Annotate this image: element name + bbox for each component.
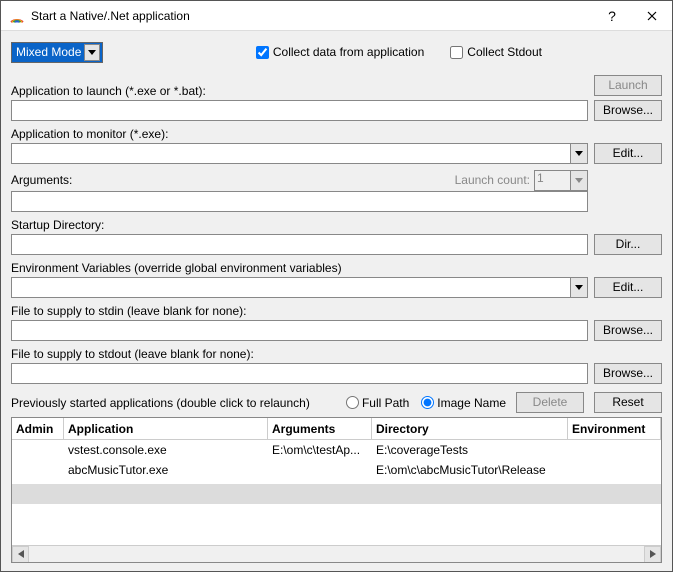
stdout-label: File to supply to stdout (leave blank fo… bbox=[11, 347, 588, 361]
reset-button[interactable]: Reset bbox=[594, 392, 662, 413]
collect-stdout-input[interactable] bbox=[450, 46, 463, 59]
dropdown-arrow-icon bbox=[84, 44, 100, 61]
table-row[interactable]: abcMusicTutor.exe E:\om\c\abcMusicTutor\… bbox=[12, 460, 661, 480]
table-header: Admin Application Arguments Directory En… bbox=[12, 418, 661, 440]
edit-monitor-button[interactable]: Edit... bbox=[594, 143, 662, 164]
app-monitor-label: Application to monitor (*.exe): bbox=[11, 127, 588, 141]
startup-dir-input[interactable] bbox=[11, 234, 588, 255]
stdin-input[interactable] bbox=[11, 320, 588, 341]
scroll-left-icon[interactable] bbox=[12, 546, 29, 563]
app-launch-input[interactable] bbox=[11, 100, 588, 121]
applications-table: Admin Application Arguments Directory En… bbox=[11, 417, 662, 563]
delete-button[interactable]: Delete bbox=[516, 392, 584, 413]
launch-count-combo: 1 bbox=[534, 170, 588, 191]
scroll-right-icon[interactable] bbox=[644, 546, 661, 563]
table-body: vstest.console.exe E:\om\c\testAp... E:\… bbox=[12, 440, 661, 545]
dialog-window: Start a Native/.Net application ? Mixed … bbox=[0, 0, 673, 572]
collect-stdout-checkbox[interactable]: Collect Stdout bbox=[450, 45, 542, 59]
env-vars-label: Environment Variables (override global e… bbox=[11, 261, 588, 275]
horizontal-scrollbar[interactable] bbox=[12, 545, 661, 562]
table-empty-strip bbox=[12, 484, 661, 504]
radio-image-name[interactable]: Image Name bbox=[421, 396, 506, 410]
app-icon bbox=[9, 8, 25, 24]
arguments-label: Arguments: bbox=[11, 173, 455, 187]
dir-button[interactable]: Dir... bbox=[594, 234, 662, 255]
mode-select-value: Mixed Mode bbox=[16, 45, 81, 59]
mode-select[interactable]: Mixed Mode bbox=[11, 42, 103, 63]
dropdown-arrow-icon bbox=[570, 144, 587, 163]
browse-stdout-button[interactable]: Browse... bbox=[594, 363, 662, 384]
launch-button[interactable]: Launch bbox=[594, 75, 662, 96]
th-admin[interactable]: Admin bbox=[12, 418, 64, 439]
th-arguments[interactable]: Arguments bbox=[268, 418, 372, 439]
dropdown-arrow-icon bbox=[570, 171, 587, 190]
app-launch-label: Application to launch (*.exe or *.bat): bbox=[11, 84, 588, 98]
collect-data-input[interactable] bbox=[256, 46, 269, 59]
stdin-label: File to supply to stdin (leave blank for… bbox=[11, 304, 588, 318]
close-button[interactable] bbox=[632, 1, 672, 31]
browse-stdin-button[interactable]: Browse... bbox=[594, 320, 662, 341]
th-environment[interactable]: Environment bbox=[568, 418, 661, 439]
table-row[interactable]: vstest.console.exe E:\om\c\testAp... E:\… bbox=[12, 440, 661, 460]
collect-data-checkbox[interactable]: Collect data from application bbox=[256, 45, 424, 59]
launch-count-label: Launch count: bbox=[455, 173, 530, 187]
env-vars-combo[interactable] bbox=[11, 277, 588, 298]
previous-label: Previously started applications (double … bbox=[11, 396, 336, 410]
arguments-input[interactable] bbox=[11, 191, 588, 212]
stdout-input[interactable] bbox=[11, 363, 588, 384]
titlebar: Start a Native/.Net application ? bbox=[1, 1, 672, 31]
edit-env-button[interactable]: Edit... bbox=[594, 277, 662, 298]
startup-dir-label: Startup Directory: bbox=[11, 218, 588, 232]
dropdown-arrow-icon bbox=[570, 278, 587, 297]
window-title: Start a Native/.Net application bbox=[31, 9, 592, 23]
th-directory[interactable]: Directory bbox=[372, 418, 568, 439]
app-monitor-combo[interactable] bbox=[11, 143, 588, 164]
radio-full-path[interactable]: Full Path bbox=[346, 396, 409, 410]
th-application[interactable]: Application bbox=[64, 418, 268, 439]
dialog-content: Mixed Mode Collect data from application… bbox=[1, 31, 672, 571]
browse-launch-button[interactable]: Browse... bbox=[594, 100, 662, 121]
help-button[interactable]: ? bbox=[592, 1, 632, 31]
